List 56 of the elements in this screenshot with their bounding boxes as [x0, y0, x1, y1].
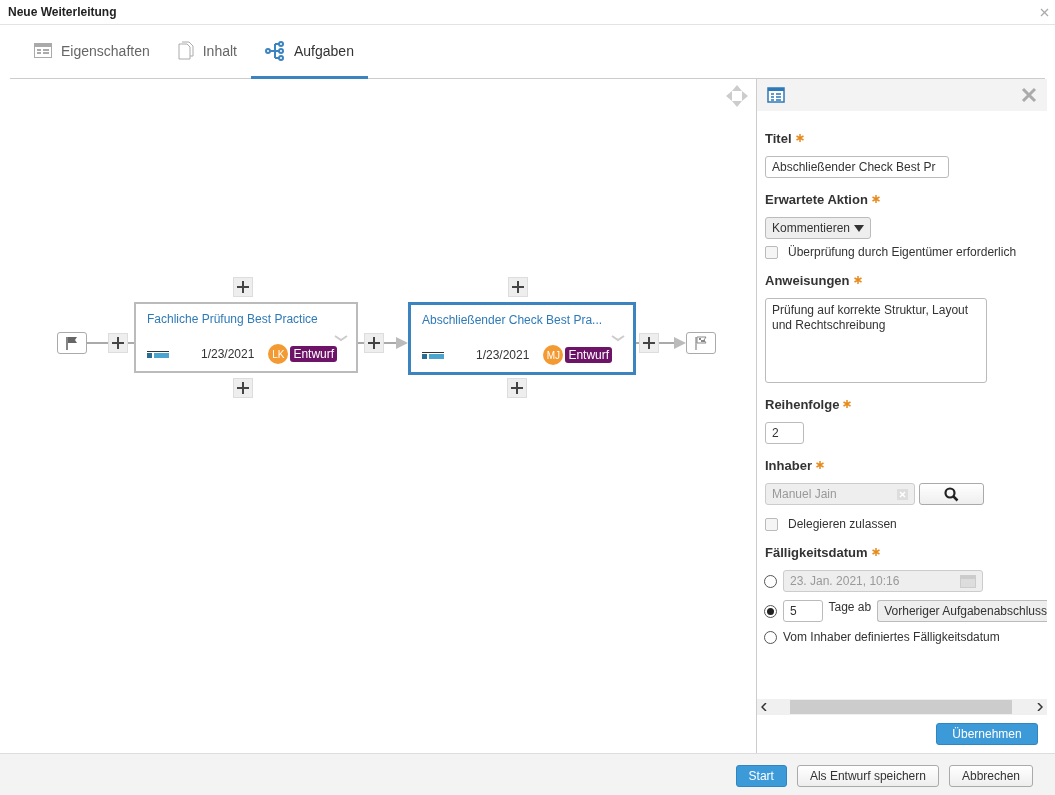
option-label: Vom Inhaber definiertes Fälligkeitsdatum: [783, 630, 1000, 644]
field-label: Fälligkeitsdatum: [765, 545, 868, 560]
add-step-button[interactable]: [639, 333, 659, 353]
search-icon: [944, 486, 959, 502]
field-label: Titel: [765, 131, 792, 146]
add-step-button[interactable]: [364, 333, 384, 353]
task-title: Abschließender Check Best Pra...: [422, 313, 604, 327]
window-title: Neue Weiterleitung: [8, 5, 117, 19]
title-field[interactable]: Abschließender Check Best Pr: [765, 156, 949, 178]
order-field[interactable]: 2: [765, 422, 804, 444]
tab[interactable]: Inhalt: [163, 25, 251, 79]
days-field[interactable]: 5: [783, 600, 823, 622]
tab[interactable]: Aufgaben: [251, 25, 368, 79]
checkbox-label: Delegieren zulassen: [788, 517, 897, 531]
tab[interactable]: Eigenschaften: [20, 25, 164, 79]
days-label: Tage ab: [828, 600, 872, 614]
reference-dropdown[interactable]: Vorheriger Aufgabenabschluss: [877, 600, 1047, 622]
scroll-right-icon[interactable]: [1037, 703, 1043, 711]
table-icon: [767, 87, 785, 103]
task-title: Fachliche Prüfung Best Practice: [147, 312, 319, 326]
add-step-button[interactable]: [108, 333, 128, 353]
add-step-button[interactable]: [507, 378, 527, 398]
status-badge: Entwurf: [290, 346, 338, 362]
footer-button[interactable]: Abbrechen: [948, 764, 1033, 787]
avatar: LK: [268, 344, 289, 364]
end-flag-icon: [686, 332, 716, 354]
horizontal-scrollbar[interactable]: [757, 699, 1047, 715]
task-card[interactable]: Abschließender Check Best Pra... 1/23/2021 MJ Entwurf: [408, 302, 636, 375]
add-step-button[interactable]: [233, 378, 253, 398]
field-label: Reihenfolge: [765, 397, 840, 412]
add-step-button[interactable]: [508, 277, 528, 297]
checkbox[interactable]: [765, 517, 778, 531]
progress-icon: [147, 350, 169, 358]
document-icon: [177, 41, 194, 60]
action-dropdown[interactable]: Kommentieren: [765, 217, 872, 239]
table-icon: [34, 43, 52, 58]
task-date: 1/23/2021: [476, 348, 530, 362]
checkbox[interactable]: [765, 245, 778, 259]
caret-icon: [854, 224, 865, 232]
search-button[interactable]: [919, 483, 984, 505]
add-step-button[interactable]: [233, 277, 253, 297]
progress-icon: [422, 351, 444, 359]
connector-arrow: [659, 337, 686, 349]
checkbox-label: Überprüfung durch Eigentümer erforderlich: [788, 245, 1017, 259]
scroll-left-icon[interactable]: [761, 703, 767, 711]
task-date: 1/23/2021: [201, 347, 255, 361]
status-badge: Entwurf: [565, 347, 613, 363]
connector-arrow: [384, 337, 408, 349]
field-label: Anweisungen: [765, 273, 850, 288]
field-label: Erwartete Aktion: [765, 192, 868, 207]
workflow-icon: [265, 40, 285, 61]
avatar: MJ: [543, 345, 564, 365]
task-card[interactable]: Fachliche Prüfung Best Practice 1/23/2021 LK Entwurf: [134, 302, 358, 373]
field-label: Inhaber: [765, 458, 812, 473]
instructions-field[interactable]: Prüfung auf korrekte Struktur, Layout und Rechtschreibung: [765, 298, 987, 383]
footer-button[interactable]: Als Entwurf speichern: [796, 764, 939, 787]
